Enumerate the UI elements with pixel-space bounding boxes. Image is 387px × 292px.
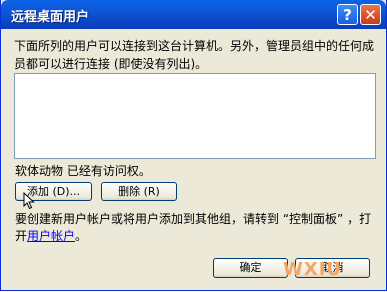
user-accounts-link[interactable]: 用户帐户 [27, 229, 75, 243]
users-listbox[interactable] [14, 73, 376, 159]
access-status-text: 软体动物 已经有访问权。 [15, 164, 151, 178]
watermark-logo: WXIU [283, 259, 343, 280]
footer-text: 要创建新用户帐户或将用户添加到其他组，请转到 “控制面板” ，打开用户帐户。 [15, 211, 375, 245]
dialog-body: 下面所列的用户可以连接到这台计算机。另外，管理员组中的任何成员都可以进行连接 (… [4, 29, 383, 287]
dialog-title: 远程桌面用户 [11, 10, 90, 25]
ok-button[interactable]: 确定 [213, 258, 288, 278]
remote-desktop-users-dialog: 远程桌面用户 ? ✕ 下面所列的用户可以连接到这台计算机。另外，管理员组中的任何… [0, 0, 387, 291]
remove-button[interactable]: 删除 (R) [101, 182, 177, 201]
help-button[interactable]: ? [337, 4, 358, 25]
title-bar[interactable]: 远程桌面用户 ? ✕ [1, 0, 386, 29]
description-text: 下面所列的用户可以连接到这台计算机。另外，管理员组中的任何成员都可以进行连接 (… [14, 39, 375, 71]
mouse-cursor-icon [23, 191, 35, 213]
footer-end: 。 [75, 229, 88, 243]
close-button[interactable]: ✕ [360, 4, 381, 25]
